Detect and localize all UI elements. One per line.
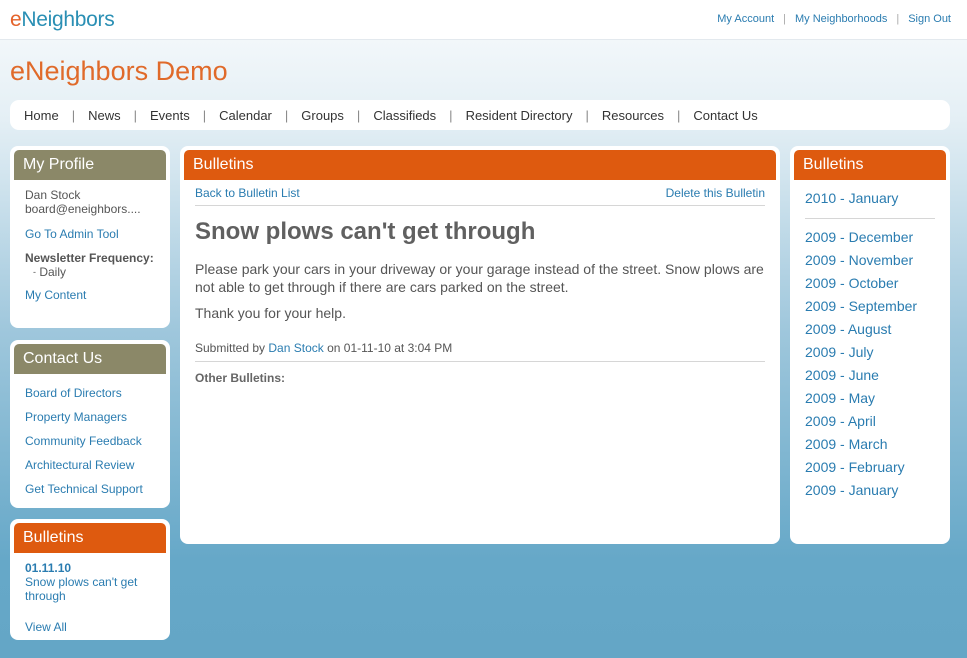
delete-bulletin-link[interactable]: Delete this Bulletin [666,186,765,200]
divider [805,218,935,219]
nav-separator: | [677,107,681,123]
nav-groups[interactable]: Groups [301,108,344,123]
archive-month-link[interactable]: 2009 - April [805,413,935,436]
newsletter-label: Newsletter Frequency: [25,251,154,265]
architectural-review-link[interactable]: Architectural Review [25,458,155,472]
nav-separator: | [71,107,76,123]
account-links: My Account | My Neighborhoods | Sign Out [717,13,951,25]
nav-separator: | [356,107,361,123]
my-content-link[interactable]: My Content [25,288,155,302]
archive-month-link[interactable]: 2009 - February [805,459,935,482]
other-bulletins-label: Other Bulletins: [195,371,286,385]
archive-month-link[interactable]: 2009 - January [805,482,935,505]
archive-month-link[interactable]: 2009 - December [805,229,935,252]
author-link[interactable]: Dan Stock [268,341,323,355]
archive-month-link[interactable]: 2009 - November [805,252,935,275]
site-logo[interactable]: eNeighbors [10,8,115,32]
bulletins-side-panel: Bulletins 01.11.10 Snow plows can't get … [10,519,170,640]
contact-us-panel: Contact Us Board of Directors Property M… [10,340,170,508]
my-neighborhoods-link[interactable]: My Neighborhoods [795,13,887,25]
nav-separator: | [133,107,137,123]
nav-news[interactable]: News [88,108,121,123]
archive-month-link[interactable]: 2010 - January [805,190,935,213]
bulletin-main-panel: Bulletins Back to Bulletin List Delete t… [180,146,780,544]
back-to-list-link[interactable]: Back to Bulletin List [195,186,300,200]
bulletin-body: Please park your cars in your driveway o… [195,261,764,295]
admin-tool-link[interactable]: Go To Admin Tool [25,227,155,241]
property-managers-link[interactable]: Property Managers [25,410,155,424]
bulletin-archive-panel: Bulletins 2010 - January 2009 - December… [790,146,950,544]
board-of-directors-link[interactable]: Board of Directors [25,386,155,400]
nav-calendar[interactable]: Calendar [219,108,272,123]
separator: | [896,13,900,25]
nav-separator: | [449,107,453,123]
technical-support-link[interactable]: Get Technical Support [25,482,155,496]
nav-separator: | [585,107,589,123]
bulletin-actions: Back to Bulletin List Delete this Bullet… [195,186,765,206]
submitted-info: Submitted by Dan Stock on 01-11-10 at 3:… [195,341,765,362]
newsletter-value: - Daily [33,265,67,279]
bulletin-item-link[interactable]: Snow plows can't get through [25,575,155,603]
site-title: eNeighbors Demo [10,56,228,86]
archive-month-link[interactable]: 2009 - March [805,436,935,459]
archive-month-link[interactable]: 2009 - August [805,321,935,344]
archive-month-link[interactable]: 2009 - June [805,367,935,390]
profile-name: Dan Stock [25,188,81,202]
top-bar: eNeighbors My Account | My Neighborhoods… [0,0,967,40]
nav-separator: | [284,107,289,123]
panel-title: My Profile [14,150,166,180]
panel-title: Bulletins [184,150,776,180]
panel-title: Contact Us [14,344,166,374]
archive-month-link[interactable]: 2009 - May [805,390,935,413]
nav-events[interactable]: Events [150,108,190,123]
sign-out-link[interactable]: Sign Out [908,13,951,25]
panel-title: Bulletins [14,523,166,553]
my-account-link[interactable]: My Account [717,13,774,25]
nav-resources[interactable]: Resources [602,108,664,123]
panel-title: Bulletins [794,150,946,180]
bulletin-thanks: Thank you for your help. [195,305,346,321]
archive-month-link[interactable]: 2009 - September [805,298,935,321]
profile-email: board@eneighbors.... [25,202,141,216]
bulletin-title: Snow plows can't get through [195,218,536,245]
separator: | [783,13,786,25]
bulletin-date-link[interactable]: 01.11.10 [25,561,155,575]
archive-month-link[interactable]: 2009 - July [805,344,935,367]
nav-classifieds[interactable]: Classifieds [373,108,436,123]
view-all-link[interactable]: View All [25,620,155,634]
community-feedback-link[interactable]: Community Feedback [25,434,155,448]
main-nav: Home | News | Events | Calendar | Groups | Cl… [10,100,950,130]
nav-separator: | [202,107,207,123]
nav-resident-directory[interactable]: Resident Directory [466,108,573,123]
archive-month-link[interactable]: 2009 - October [805,275,935,298]
nav-home[interactable]: Home [24,108,59,123]
nav-contact-us[interactable]: Contact Us [693,108,757,123]
my-profile-panel: My Profile Dan Stock board@eneighbors...… [10,146,170,328]
